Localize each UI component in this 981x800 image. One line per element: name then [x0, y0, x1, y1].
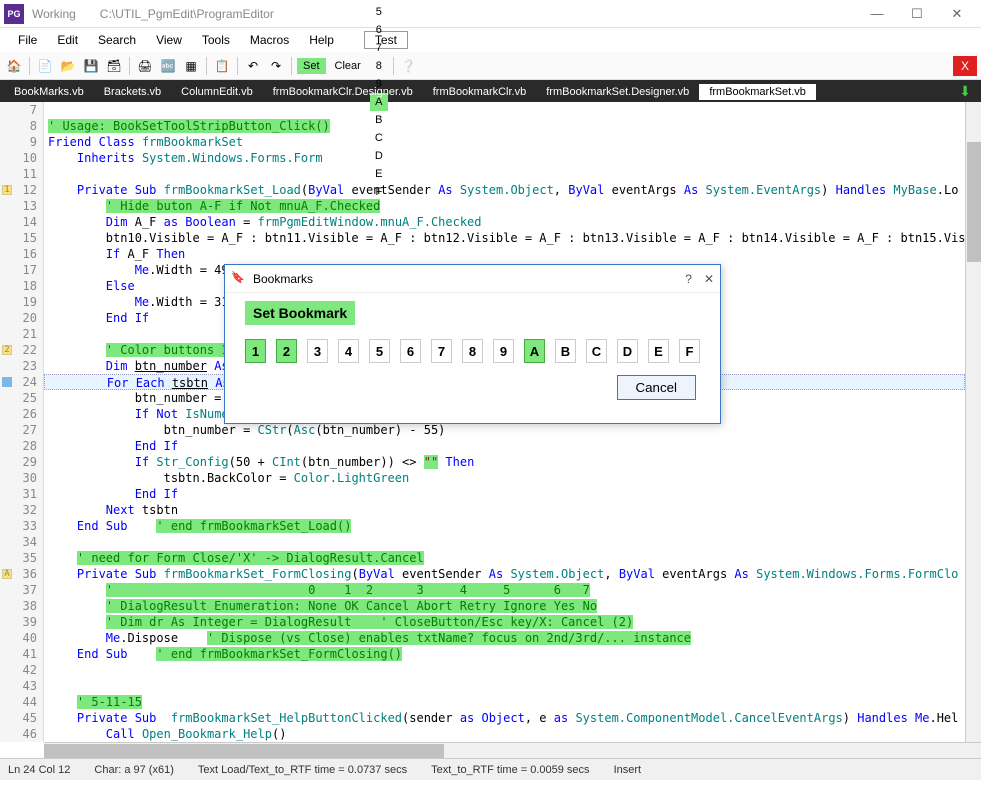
title-state: Working: [32, 7, 76, 21]
set-bookmark-6[interactable]: 6: [400, 339, 421, 363]
title-bar: PG Working C:\UTIL_PgmEdit\ProgramEditor…: [0, 0, 981, 28]
dialog-heading: Set Bookmark: [245, 301, 355, 325]
menu-tools[interactable]: Tools: [192, 31, 240, 49]
bookmark-8[interactable]: 8: [370, 57, 388, 75]
set-bookmark-7[interactable]: 7: [431, 339, 452, 363]
gutter: 7891011121131415161718192021222232425262…: [0, 102, 44, 742]
tab[interactable]: frmBookmarkSet.vb: [699, 84, 816, 100]
tab[interactable]: Brackets.vb: [94, 84, 171, 100]
dialog-icon: 🔖: [231, 271, 247, 287]
maximize-button[interactable]: ☐: [897, 2, 937, 26]
horizontal-scrollbar[interactable]: [44, 742, 981, 758]
title-path: C:\UTIL_PgmEdit\ProgramEditor: [100, 7, 274, 21]
tab[interactable]: ColumnEdit.vb: [171, 84, 263, 100]
set-bookmark-A[interactable]: A: [524, 339, 545, 363]
bookmark-dialog: 🔖 Bookmarks ? ✕ Set Bookmark 123456789AB…: [224, 264, 721, 424]
copy-icon[interactable]: 📋: [212, 56, 232, 76]
dialog-title: Bookmarks: [253, 272, 313, 286]
set-bookmark-C[interactable]: C: [586, 339, 607, 363]
menu-view[interactable]: View: [146, 31, 192, 49]
bookmark-6[interactable]: 6: [370, 21, 388, 39]
set-bookmark-F[interactable]: F: [679, 339, 700, 363]
set-bookmark-9[interactable]: 9: [493, 339, 514, 363]
close-button[interactable]: ✕: [937, 2, 977, 26]
minimize-button[interactable]: —: [857, 2, 897, 26]
vertical-scrollbar[interactable]: [965, 102, 981, 742]
save-icon[interactable]: 💾: [81, 56, 101, 76]
print-icon[interactable]: 🖨: [135, 56, 155, 76]
bookmark-7[interactable]: 7: [370, 39, 388, 57]
set-bookmark-3[interactable]: 3: [307, 339, 328, 363]
bookmark-marker[interactable]: 1: [2, 185, 12, 195]
undo-icon[interactable]: ↶: [243, 56, 263, 76]
set-bookmark-B[interactable]: B: [555, 339, 576, 363]
status-bar: Ln 24 Col 12 Char: a 97 (x61) Text Load/…: [0, 758, 981, 780]
saveall-icon[interactable]: 🗃: [104, 56, 124, 76]
set-button[interactable]: Set: [297, 58, 326, 74]
set-bookmark-1[interactable]: 1: [245, 339, 266, 363]
status-t1: Text Load/Text_to_RTF time = 0.0737 secs: [198, 764, 407, 776]
tab[interactable]: frmBookmarkClr.vb: [423, 84, 537, 100]
menu-file[interactable]: File: [8, 31, 47, 49]
new-icon[interactable]: 📄: [35, 56, 55, 76]
tab[interactable]: frmBookmarkSet.Designer.vb: [536, 84, 699, 100]
tab-bar: BookMarks.vbBrackets.vbColumnEdit.vbfrmB…: [0, 80, 981, 102]
status-mode: Insert: [614, 764, 642, 776]
help-icon[interactable]: ❔: [399, 56, 419, 76]
menu-bar: FileEditSearchViewToolsMacrosHelp Test: [0, 28, 981, 52]
tab[interactable]: frmBookmarkClr.Designer.vb: [263, 84, 423, 100]
set-bookmark-4[interactable]: 4: [338, 339, 359, 363]
home-icon[interactable]: 🏠: [4, 56, 24, 76]
download-icon[interactable]: ⬇: [953, 83, 977, 100]
open-icon[interactable]: 📂: [58, 56, 78, 76]
menu-edit[interactable]: Edit: [47, 31, 88, 49]
menu-help[interactable]: Help: [299, 31, 344, 49]
set-bookmark-2[interactable]: 2: [276, 339, 297, 363]
dialog-close-button[interactable]: ✕: [704, 272, 714, 286]
status-char: Char: a 97 (x61): [94, 764, 173, 776]
set-bookmark-D[interactable]: D: [617, 339, 638, 363]
bookmark-marker[interactable]: A: [2, 569, 12, 579]
status-t2: Text_to_RTF time = 0.0059 secs: [431, 764, 589, 776]
bookmark-5[interactable]: 5: [370, 3, 388, 21]
bookmark-marker[interactable]: 2: [2, 345, 12, 355]
clear-button[interactable]: Clear: [329, 58, 367, 74]
set-bookmark-8[interactable]: 8: [462, 339, 483, 363]
grid-icon[interactable]: ▦: [181, 56, 201, 76]
redo-icon[interactable]: ↷: [266, 56, 286, 76]
toolbar: 🏠 📄 📂 💾 🗃 🖨 🔤 ▦ 📋 ↶ ↷ Set Clear 12345678…: [0, 52, 981, 80]
dialog-help-button[interactable]: ?: [685, 272, 692, 286]
set-bookmark-E[interactable]: E: [648, 339, 669, 363]
status-pos: Ln 24 Col 12: [8, 764, 70, 776]
font-icon[interactable]: 🔤: [158, 56, 178, 76]
cancel-button[interactable]: Cancel: [617, 375, 697, 400]
app-icon: PG: [4, 4, 24, 24]
exit-button[interactable]: X: [953, 56, 977, 76]
set-bookmark-5[interactable]: 5: [369, 339, 390, 363]
tab[interactable]: BookMarks.vb: [4, 84, 94, 100]
bookmark-marker[interactable]: [2, 377, 12, 387]
menu-macros[interactable]: Macros: [240, 31, 299, 49]
menu-search[interactable]: Search: [88, 31, 146, 49]
